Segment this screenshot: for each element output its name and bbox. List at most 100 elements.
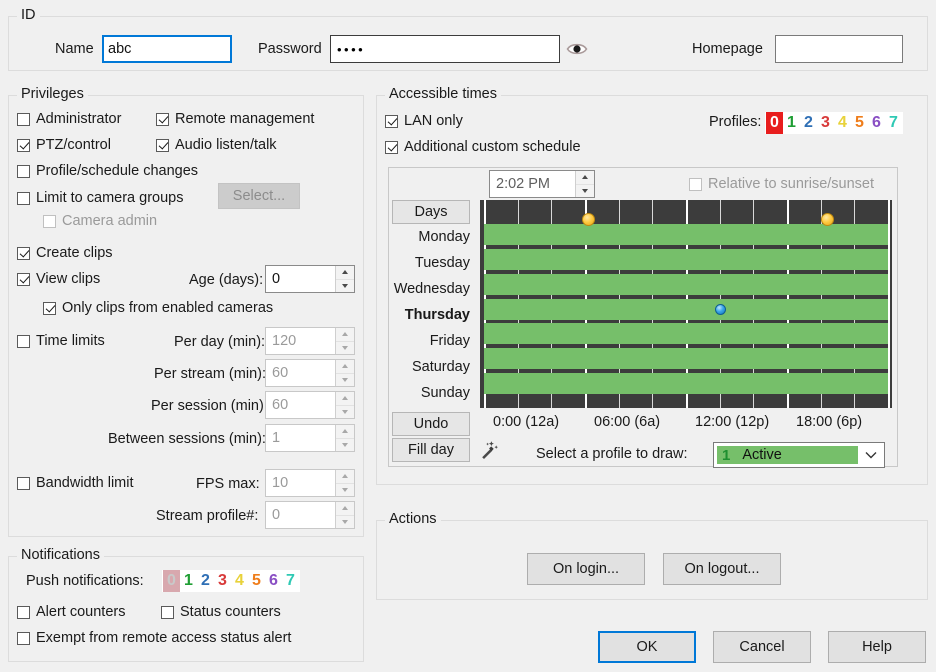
- schedule-row-saturday[interactable]: [484, 348, 888, 370]
- spinner-down[interactable]: [336, 373, 354, 386]
- spinner-buttons[interactable]: [335, 470, 354, 496]
- per-day-spinner[interactable]: 120: [265, 327, 355, 355]
- chevron-down-icon[interactable]: [858, 451, 884, 459]
- day-label-wednesday[interactable]: Wednesday: [392, 281, 470, 297]
- day-label-monday[interactable]: Monday: [392, 229, 470, 245]
- profiles-digits[interactable]: 01234567: [765, 112, 903, 134]
- checkbox-camera-admin[interactable]: Camera admin: [43, 214, 157, 229]
- age-days-spinner[interactable]: 0: [265, 265, 355, 293]
- spinner-down[interactable]: [336, 341, 354, 354]
- checkbox-only-clips-enabled-cameras[interactable]: Only clips from enabled cameras: [43, 301, 273, 316]
- day-label-saturday[interactable]: Saturday: [392, 359, 470, 375]
- spinner-buttons[interactable]: [575, 171, 594, 197]
- day-label-sunday[interactable]: Sunday: [392, 385, 470, 401]
- ok-button[interactable]: OK: [598, 631, 696, 663]
- profile-digit-2[interactable]: 2: [800, 112, 817, 134]
- checkbox-limit-to-camera-groups[interactable]: Limit to camera groups: [17, 191, 183, 206]
- stream-profile-spinner[interactable]: 0: [265, 501, 355, 529]
- spinner-buttons[interactable]: [335, 425, 354, 451]
- spinner-buttons[interactable]: [335, 392, 354, 418]
- schedule-row-monday[interactable]: [484, 223, 888, 245]
- spinner-up[interactable]: [336, 328, 354, 342]
- spinner-down[interactable]: [576, 184, 594, 197]
- spinner-buttons[interactable]: [335, 360, 354, 386]
- schedule-row-sunday[interactable]: [484, 373, 888, 395]
- checkbox-bandwidth-limit[interactable]: Bandwidth limit: [17, 476, 134, 491]
- spinner-up[interactable]: [336, 266, 354, 280]
- checkbox-additional-custom-schedule[interactable]: Additional custom schedule: [385, 140, 581, 155]
- per-stream-spinner[interactable]: 60: [265, 359, 355, 387]
- checkbox-label: Limit to camera groups: [36, 190, 184, 206]
- on-login-button[interactable]: On login...: [527, 553, 645, 585]
- schedule-row-wednesday[interactable]: [484, 273, 888, 295]
- spinner-down[interactable]: [336, 515, 354, 528]
- checkbox-view-clips[interactable]: View clips: [17, 272, 100, 287]
- checkbox-profile-schedule-changes[interactable]: Profile/schedule changes: [17, 164, 198, 179]
- spinner-up[interactable]: [576, 171, 594, 185]
- spinner-buttons[interactable]: [335, 266, 354, 292]
- schedule-row-tuesday[interactable]: [484, 248, 888, 270]
- day-label-friday[interactable]: Friday: [392, 333, 470, 349]
- checkbox-relative-sunrise-sunset[interactable]: Relative to sunrise/sunset: [689, 177, 874, 192]
- select-cameras-button[interactable]: Select...: [218, 183, 300, 209]
- per-session-spinner[interactable]: 60: [265, 391, 355, 419]
- profile-digit-6[interactable]: 6: [265, 570, 282, 592]
- name-input[interactable]: [102, 35, 232, 63]
- spinner-up[interactable]: [336, 392, 354, 406]
- schedule-grid[interactable]: [480, 200, 892, 408]
- spinner-down[interactable]: [336, 438, 354, 451]
- checkbox-time-limits[interactable]: Time limits: [17, 334, 105, 349]
- between-sessions-spinner[interactable]: 1: [265, 424, 355, 452]
- schedule-row-friday[interactable]: [484, 323, 888, 345]
- spinner-up[interactable]: [336, 470, 354, 484]
- days-header-button[interactable]: Days: [392, 200, 470, 224]
- profile-digit-0[interactable]: 0: [766, 112, 783, 134]
- checkbox-create-clips[interactable]: Create clips: [17, 246, 113, 261]
- checkbox-lan-only[interactable]: LAN only: [385, 114, 463, 129]
- spinner-down[interactable]: [336, 279, 354, 292]
- profile-digit-7[interactable]: 7: [885, 112, 902, 134]
- spinner-up[interactable]: [336, 360, 354, 374]
- day-label-thursday[interactable]: Thursday: [392, 307, 470, 323]
- profile-digit-5[interactable]: 5: [248, 570, 265, 592]
- profile-digit-5[interactable]: 5: [851, 112, 868, 134]
- checkbox-administrator[interactable]: Administrator: [17, 112, 121, 127]
- password-input[interactable]: ••••: [330, 35, 560, 63]
- profile-digit-7[interactable]: 7: [282, 570, 299, 592]
- profile-digit-4[interactable]: 4: [834, 112, 851, 134]
- profile-draw-combobox[interactable]: 1 Active: [713, 442, 885, 468]
- eye-icon[interactable]: [566, 41, 588, 57]
- checkbox-remote-management[interactable]: Remote management: [156, 112, 314, 127]
- fill-day-button[interactable]: Fill day: [392, 438, 470, 462]
- checkbox-status-counters[interactable]: Status counters: [161, 605, 281, 620]
- checkbox-exempt-remote-access[interactable]: Exempt from remote access status alert: [17, 631, 291, 646]
- checkbox-ptz-control[interactable]: PTZ/control: [17, 138, 111, 153]
- push-notifications-digits[interactable]: 01234567: [162, 570, 300, 592]
- spinner-up[interactable]: [336, 502, 354, 516]
- checkbox-alert-counters[interactable]: Alert counters: [17, 605, 125, 620]
- help-button[interactable]: Help: [828, 631, 926, 663]
- schedule-row-thursday[interactable]: [484, 298, 888, 320]
- spinner-buttons[interactable]: [335, 328, 354, 354]
- profile-digit-3[interactable]: 3: [817, 112, 834, 134]
- profile-digit-1[interactable]: 1: [180, 570, 197, 592]
- magic-wand-icon[interactable]: [479, 440, 499, 464]
- profile-digit-4[interactable]: 4: [231, 570, 248, 592]
- profile-digit-1[interactable]: 1: [783, 112, 800, 134]
- profile-digit-6[interactable]: 6: [868, 112, 885, 134]
- spinner-up[interactable]: [336, 425, 354, 439]
- cancel-button[interactable]: Cancel: [713, 631, 811, 663]
- fps-max-spinner[interactable]: 10: [265, 469, 355, 497]
- spinner-buttons[interactable]: [335, 502, 354, 528]
- homepage-input[interactable]: [775, 35, 903, 63]
- profile-digit-2[interactable]: 2: [197, 570, 214, 592]
- day-label-tuesday[interactable]: Tuesday: [392, 255, 470, 271]
- checkbox-audio-listen-talk[interactable]: Audio listen/talk: [156, 138, 277, 153]
- spinner-down[interactable]: [336, 405, 354, 418]
- profile-digit-3[interactable]: 3: [214, 570, 231, 592]
- spinner-down[interactable]: [336, 483, 354, 496]
- profile-digit-0[interactable]: 0: [163, 570, 180, 592]
- schedule-time-spinner[interactable]: 2:02 PM: [489, 170, 595, 198]
- on-logout-button[interactable]: On logout...: [663, 553, 781, 585]
- undo-button[interactable]: Undo: [392, 412, 470, 436]
